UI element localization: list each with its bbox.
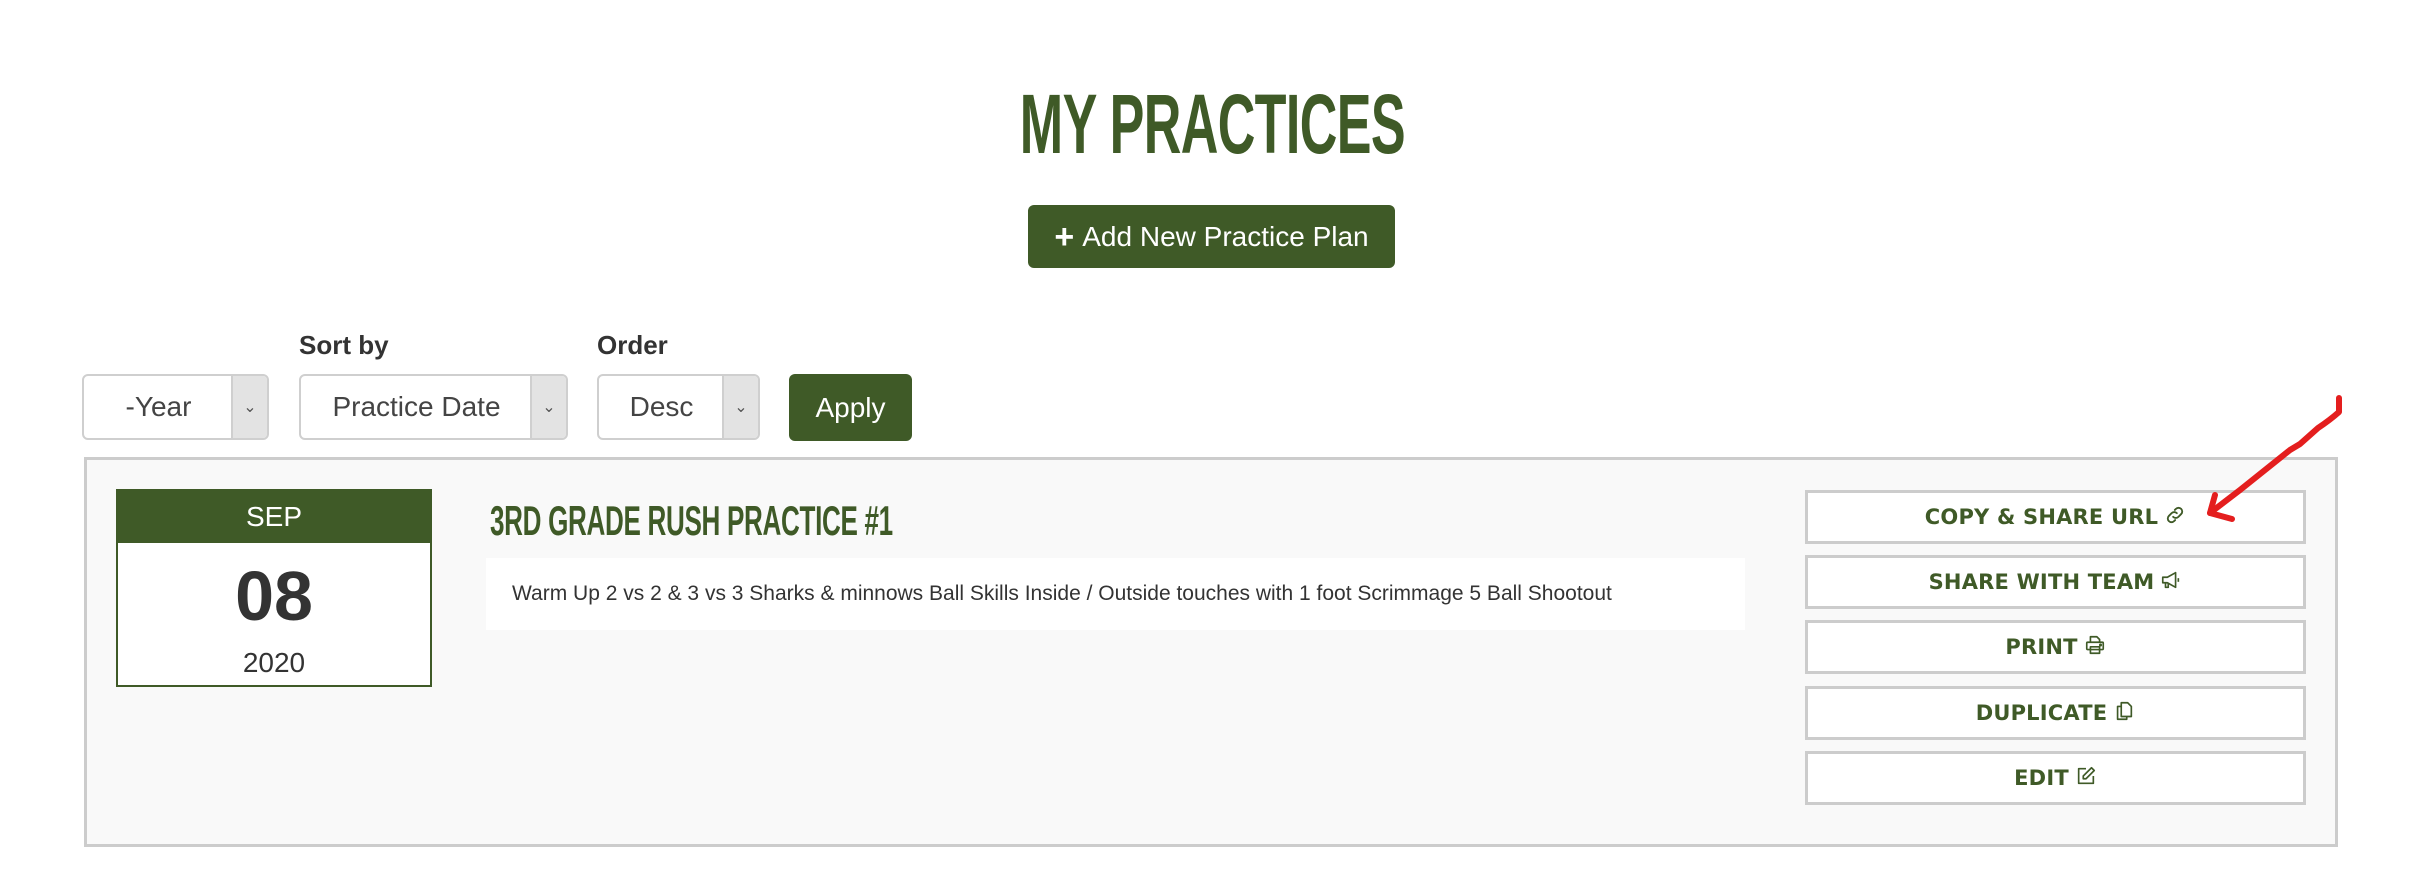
edit-label: EDIT [2014, 766, 2069, 790]
chevron-down-icon: ⌄ [231, 376, 267, 438]
chevron-down-icon: ⌄ [530, 376, 566, 438]
copy-share-url-button[interactable]: COPY & SHARE URL [1805, 490, 2306, 544]
practice-date-badge: SEP 08 2020 [116, 489, 432, 687]
plus-icon: + [1054, 217, 1075, 256]
date-month: SEP [118, 491, 430, 543]
sort-by-select[interactable]: Practice Date ⌄ [299, 374, 568, 440]
practice-description-text: Warm Up 2 vs 2 & 3 vs 3 Sharks & minnows… [512, 582, 1612, 605]
order-label: Order [597, 330, 668, 360]
edit-button[interactable]: EDIT [1805, 751, 2306, 805]
copy-icon [2113, 700, 2135, 727]
add-new-practice-plan-button[interactable]: + Add New Practice Plan [1028, 205, 1395, 268]
year-select-value: -Year [125, 391, 192, 422]
sort-by-select-value: Practice Date [332, 391, 501, 422]
add-button-label: Add New Practice Plan [1082, 220, 1369, 252]
duplicate-label: DUPLICATE [1975, 701, 2108, 725]
megaphone-icon [2160, 569, 2182, 596]
order-select[interactable]: Desc ⌄ [597, 374, 760, 440]
print-button[interactable]: PRINT [1805, 620, 2306, 674]
share-with-team-label: SHARE WITH TEAM [1928, 570, 2155, 594]
share-with-team-button[interactable]: SHARE WITH TEAM [1805, 555, 2306, 609]
edit-icon [2075, 765, 2097, 792]
date-year: 2020 [242, 647, 306, 678]
practice-description: Warm Up 2 vs 2 & 3 vs 3 Sharks & minnows… [486, 558, 1745, 630]
date-day: 08 [235, 557, 313, 635]
duplicate-button[interactable]: DUPLICATE [1805, 686, 2306, 740]
order-select-value: Desc [629, 391, 694, 422]
page-title: MY PRACTICES [1019, 77, 1406, 171]
copy-share-url-label: COPY & SHARE URL [1924, 505, 2159, 529]
year-select[interactable]: -Year ⌄ [82, 374, 269, 440]
chevron-down-icon: ⌄ [722, 376, 758, 438]
sort-by-label: Sort by [299, 330, 389, 360]
print-label: PRINT [2005, 635, 2078, 659]
apply-button[interactable]: Apply [789, 374, 912, 441]
printer-icon [2084, 634, 2106, 661]
link-icon [2164, 504, 2186, 531]
practice-title[interactable]: 3RD GRADE RUSH PRACTICE #1 [490, 500, 893, 542]
